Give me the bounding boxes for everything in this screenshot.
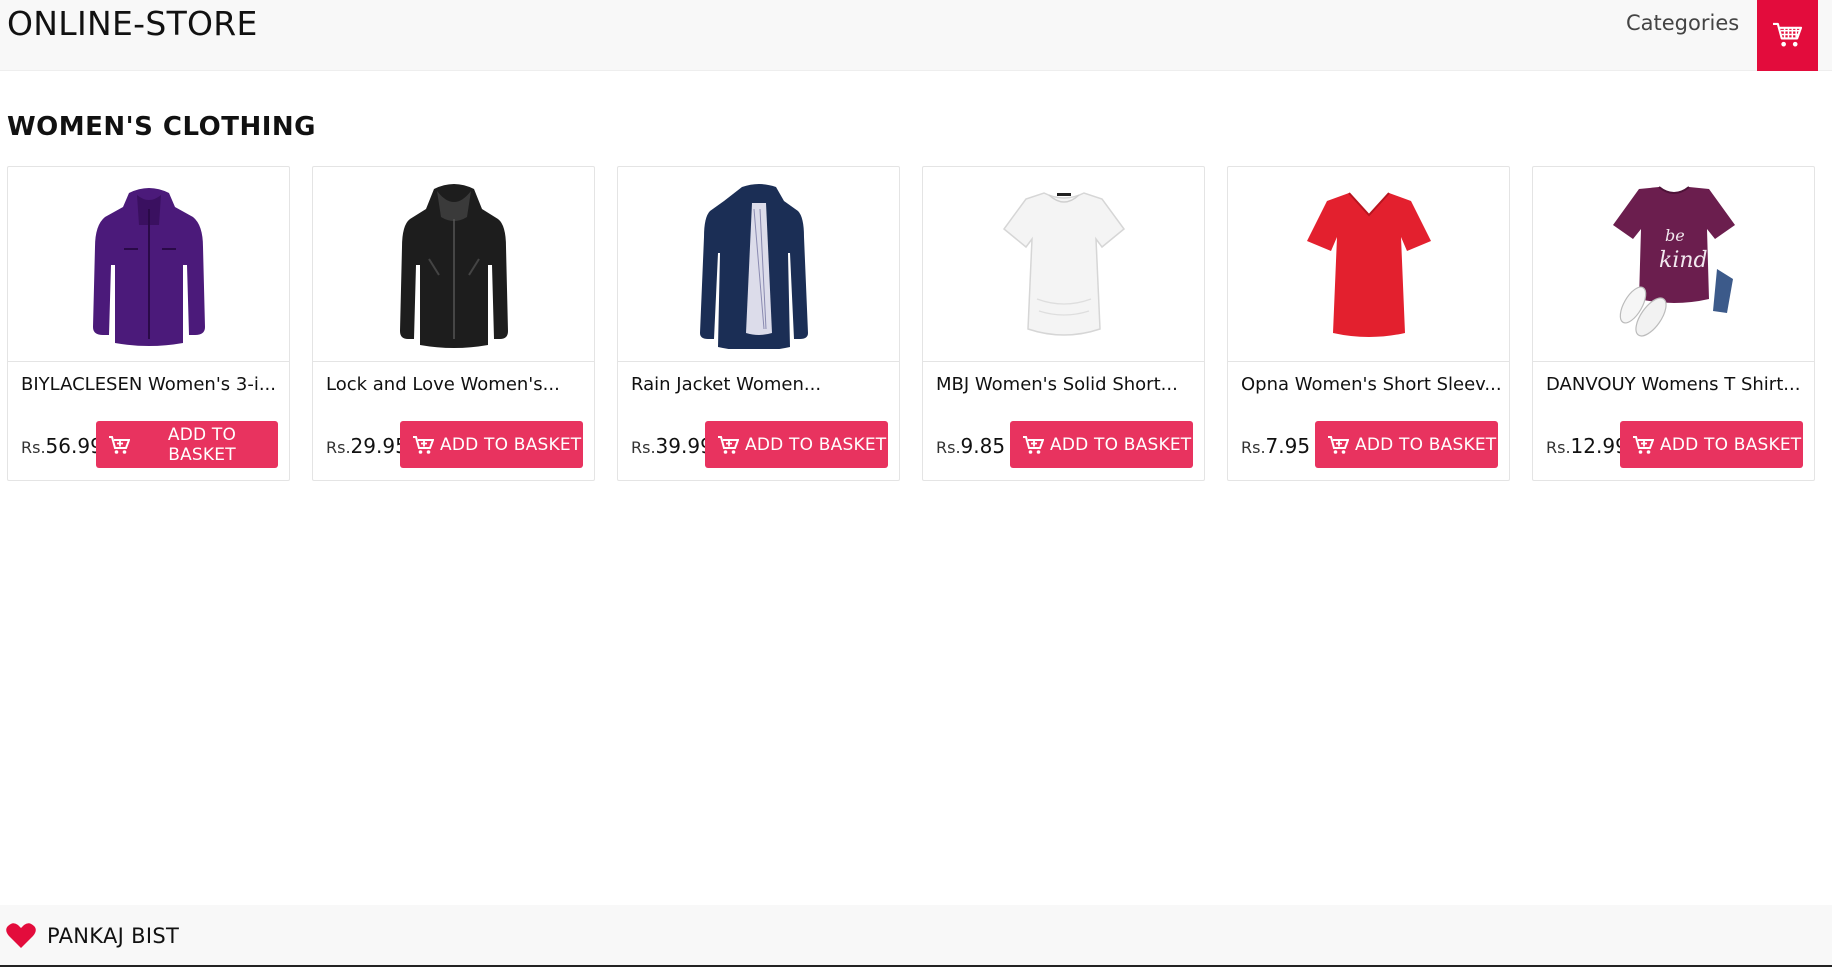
product-price: Rs. 9.85 bbox=[936, 434, 1005, 458]
red-tshirt-image bbox=[1306, 192, 1431, 337]
price-currency: Rs. bbox=[631, 438, 656, 457]
add-to-cart-icon bbox=[413, 435, 434, 454]
add-to-basket-button[interactable]: ADD TO BASKET bbox=[1620, 421, 1803, 468]
shopping-cart-icon bbox=[1773, 22, 1803, 47]
product-title[interactable]: BIYLACLESEN Women's 3-i... bbox=[21, 374, 283, 395]
product-image[interactable] bbox=[923, 167, 1204, 362]
price-amount: 7.95 bbox=[1265, 434, 1311, 458]
product-card[interactable]: Opna Women's Short Sleev... Rs. 7.95 ADD … bbox=[1227, 166, 1510, 481]
product-price: Rs. 29.95 bbox=[326, 434, 408, 458]
add-to-basket-button[interactable]: ADD TO BASKET bbox=[705, 421, 888, 468]
section-title: WOMEN'S CLOTHING bbox=[7, 112, 317, 142]
price-currency: Rs. bbox=[326, 438, 351, 457]
product-title[interactable]: MBJ Women's Solid Short... bbox=[936, 374, 1198, 395]
product-image[interactable] bbox=[618, 167, 899, 362]
add-to-basket-button[interactable]: ADD TO BASKET bbox=[400, 421, 583, 468]
add-to-basket-label: ADD TO BASKET bbox=[1050, 434, 1192, 455]
product-price: Rs. 7.95 bbox=[1241, 434, 1310, 458]
price-amount: 56.99 bbox=[45, 434, 103, 458]
add-to-cart-icon bbox=[1633, 435, 1654, 454]
product-card[interactable]: BIYLACLESEN Women's 3-i... Rs. 56.99 ADD … bbox=[7, 166, 290, 481]
product-title[interactable]: DANVOUY Womens T Shirt... bbox=[1546, 374, 1808, 395]
product-card[interactable]: MBJ Women's Solid Short... Rs. 9.85 ADD T… bbox=[922, 166, 1205, 481]
purple-jacket-image bbox=[92, 188, 205, 346]
purple-be-kind-tshirt-image: be kind bbox=[1612, 186, 1735, 337]
product-image[interactable]: be kind bbox=[1533, 167, 1814, 362]
product-image[interactable] bbox=[1228, 167, 1509, 362]
product-title[interactable]: Opna Women's Short Sleev... bbox=[1241, 374, 1503, 395]
add-to-basket-button[interactable]: ADD TO BASKET bbox=[1010, 421, 1193, 468]
product-card[interactable]: be kind DANVOUY Womens T Shirt... Rs. 12.… bbox=[1532, 166, 1815, 481]
white-tshirt-image bbox=[1002, 192, 1125, 336]
add-to-basket-button[interactable]: ADD TO BASKET bbox=[96, 421, 278, 468]
add-to-basket-label: ADD TO BASKET bbox=[1355, 434, 1497, 455]
navy-rain-jacket-image bbox=[699, 184, 808, 349]
product-title[interactable]: Rain Jacket Women... bbox=[631, 374, 893, 395]
svg-text:kind: kind bbox=[1659, 248, 1708, 273]
add-to-cart-icon bbox=[109, 435, 130, 454]
price-currency: Rs. bbox=[1546, 438, 1571, 457]
product-image[interactable] bbox=[8, 167, 289, 362]
product-price: Rs. 56.99 bbox=[21, 434, 103, 458]
add-to-basket-label: ADD TO BASKET bbox=[440, 434, 582, 455]
price-currency: Rs. bbox=[936, 438, 961, 457]
product-card[interactable]: Rain Jacket Women... Rs. 39.99 ADD TO BAS… bbox=[617, 166, 900, 481]
nav-categories-link[interactable]: Categories bbox=[1626, 11, 1739, 35]
price-currency: Rs. bbox=[1241, 438, 1266, 457]
brand-logo[interactable]: ONLINE-STORE bbox=[7, 4, 258, 43]
product-price: Rs. 39.99 bbox=[631, 434, 713, 458]
price-currency: Rs. bbox=[21, 438, 46, 457]
add-to-basket-label: ADD TO BASKET bbox=[745, 434, 887, 455]
add-to-basket-button[interactable]: ADD TO BASKET bbox=[1315, 421, 1498, 468]
add-to-cart-icon bbox=[1328, 435, 1349, 454]
heart-icon bbox=[6, 923, 36, 948]
product-price: Rs. 12.99 bbox=[1546, 434, 1628, 458]
add-to-basket-label: ADD TO BASKET bbox=[167, 424, 237, 465]
navbar: ONLINE-STORE Categories bbox=[0, 0, 1832, 71]
add-to-basket-label: ADD TO BASKET bbox=[1660, 434, 1802, 455]
footer-author: PANKAJ BIST bbox=[47, 924, 180, 948]
product-image[interactable] bbox=[313, 167, 594, 362]
add-to-cart-icon bbox=[1023, 435, 1044, 454]
svg-text:be: be bbox=[1665, 226, 1685, 245]
product-grid: BIYLACLESEN Women's 3-i... Rs. 56.99 ADD … bbox=[7, 166, 1817, 481]
add-to-cart-icon bbox=[718, 435, 739, 454]
footer: PANKAJ BIST bbox=[0, 905, 1832, 967]
product-title[interactable]: Lock and Love Women's... bbox=[326, 374, 588, 395]
black-leather-jacket-image bbox=[399, 184, 508, 348]
product-card[interactable]: Lock and Love Women's... Rs. 29.95 ADD TO… bbox=[312, 166, 595, 481]
cart-button[interactable] bbox=[1757, 0, 1818, 71]
price-amount: 9.85 bbox=[960, 434, 1006, 458]
